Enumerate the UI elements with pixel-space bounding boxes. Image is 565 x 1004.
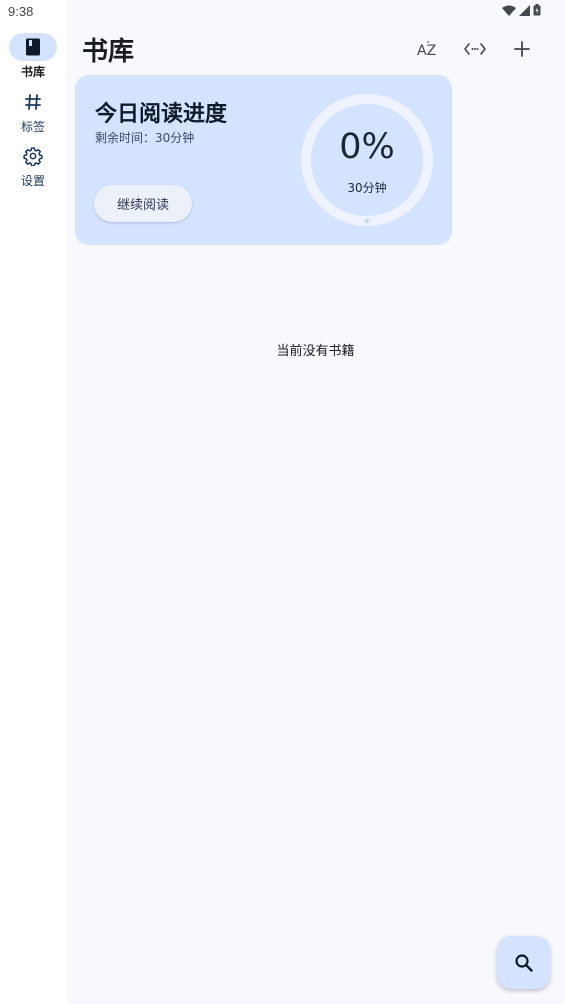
reading-progress-card: 今日阅读进度 剩余时间：30分钟 继续阅读 0% 30分钟: [75, 75, 452, 245]
progress-percent: 0%: [339, 127, 395, 167]
continue-reading-button[interactable]: 继续阅读: [94, 185, 192, 222]
progress-ring: 0% 30分钟: [300, 93, 434, 227]
nav-label-tags: 标签: [20, 120, 45, 134]
gear-icon: [23, 147, 43, 166]
nav-label-library: 书库: [20, 65, 45, 79]
signal-icon: [519, 4, 530, 16]
nav-item-settings[interactable]: 设置: [0, 142, 66, 189]
sort-az-text: AZ: [417, 43, 436, 59]
nav-pill-settings: [9, 142, 57, 170]
card-title: 今日阅读进度: [95, 102, 228, 127]
search-fab[interactable]: [497, 936, 550, 989]
progress-dot: [364, 218, 370, 224]
page-title: 书库: [82, 37, 135, 67]
sort-button[interactable]: AZ: [411, 32, 445, 66]
search-icon: [514, 953, 533, 972]
hash-icon: [25, 94, 41, 110]
sort-az-icon: AZ: [417, 41, 436, 59]
status-icons: [502, 4, 541, 16]
nav-item-tags[interactable]: 标签: [0, 88, 66, 135]
remaining-time: 剩余时间：30分钟: [95, 131, 195, 145]
battery-icon: [533, 4, 541, 16]
nav-pill-library: [9, 33, 57, 61]
code-button[interactable]: [458, 32, 492, 66]
nav-label-settings: 设置: [20, 174, 45, 188]
nav-pill-tags: [9, 88, 57, 116]
empty-library-message: 当前没有书籍: [276, 344, 355, 359]
code-icon: [464, 43, 486, 55]
goal-time: 30分钟: [347, 181, 387, 195]
add-button[interactable]: [505, 32, 539, 66]
wifi-icon: [502, 5, 516, 16]
add-icon: [514, 41, 530, 57]
book-icon: [26, 38, 40, 56]
nav-item-library[interactable]: 书库: [0, 33, 66, 80]
status-time: 9:38: [8, 4, 34, 19]
navigation-rail: 9:38 书库 标签 设置: [0, 0, 66, 1004]
